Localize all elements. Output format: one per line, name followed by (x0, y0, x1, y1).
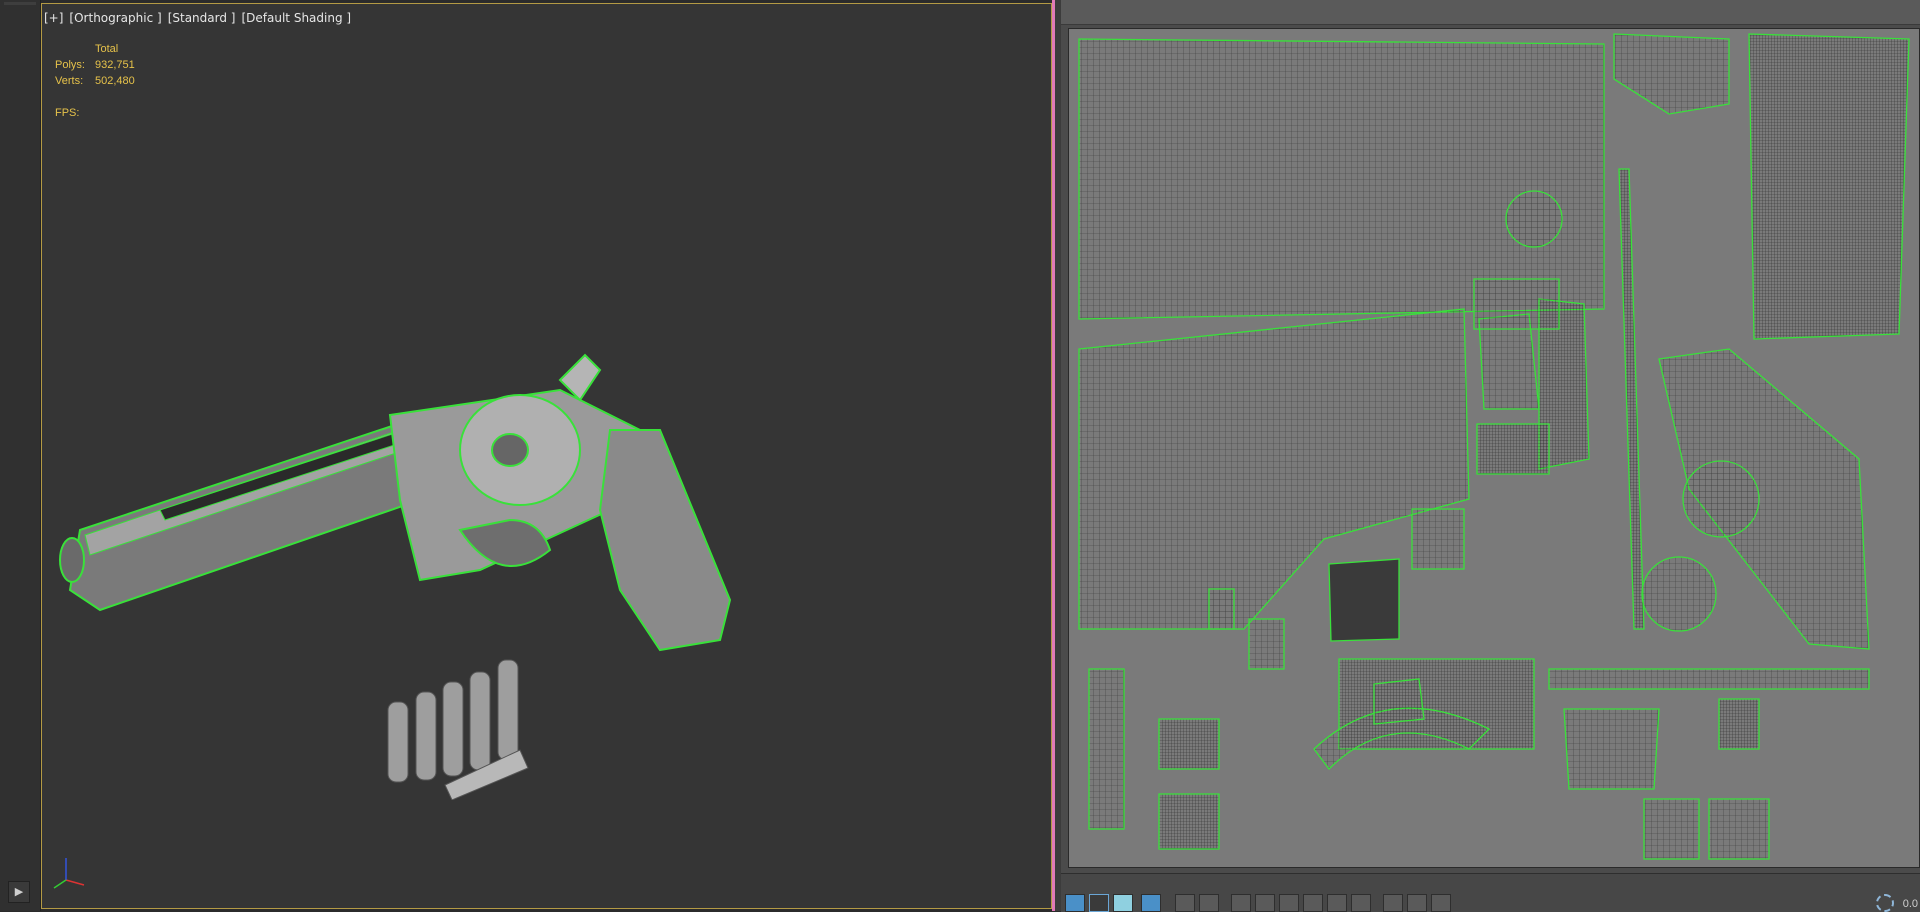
uv-island-strip (1748, 33, 1910, 340)
stats-total-label: Total (95, 43, 119, 55)
uv-island-small-a (1373, 678, 1425, 725)
zoom-value: 0.0 (1902, 898, 1918, 910)
uv-island-grid-c (1476, 423, 1550, 475)
paint-icon[interactable] (1407, 894, 1427, 912)
uv-island-grid-g (1643, 798, 1700, 860)
uv-islands (1078, 33, 1910, 860)
stats-verts-value: 502,480 (95, 75, 135, 87)
uv-island-cylinder-c (1641, 556, 1717, 632)
viewport-render-menu[interactable]: [Standard ] (168, 11, 236, 25)
stats-polys-value: 932,751 (95, 59, 135, 71)
uv-mode-icon[interactable] (1065, 894, 1085, 912)
uv-island-small-d (1088, 668, 1125, 830)
brush-icon[interactable] (1383, 894, 1403, 912)
uv-texture-sheet[interactable] (1068, 28, 1920, 868)
grid-row-3-icon[interactable] (1279, 894, 1299, 912)
left-side-strip: ▶ (0, 0, 41, 911)
uv-island-bottom (1563, 708, 1660, 790)
viewport-plus-menu[interactable]: [+] (44, 11, 63, 25)
grid-row-2-icon[interactable] (1255, 894, 1275, 912)
uv-island-grid-d (1411, 508, 1465, 570)
grid-row-6-icon[interactable] (1351, 894, 1371, 912)
grid-select-2-icon[interactable] (1199, 894, 1219, 912)
uv-island-column (1618, 168, 1645, 630)
grid-row-icon[interactable] (1231, 894, 1251, 912)
revolver-model[interactable] (40, 330, 760, 800)
uv-island-grid-h (1708, 798, 1770, 860)
uv-island-grid-f (1158, 793, 1220, 850)
revolver-grip (598, 429, 732, 652)
viewport-view-menu[interactable]: [Orthographic ] (69, 11, 161, 25)
axis-gizmo-icon (53, 858, 85, 889)
uv-island-block (1328, 558, 1400, 642)
cube-icon[interactable] (1113, 894, 1133, 912)
grid-row-5-icon[interactable] (1327, 894, 1347, 912)
stats-fps-label: FPS: (55, 107, 80, 119)
stats-polys-label: Polys: (55, 59, 85, 71)
uv-island-small-b (1208, 588, 1235, 630)
uv-island-grid-e (1158, 718, 1220, 770)
viewport-label-menu[interactable]: [+] [Orthographic ] [Standard ] [Default Sh… (44, 11, 357, 25)
cube-cyan-icon[interactable] (1141, 894, 1161, 912)
uv-island-cap (1613, 33, 1730, 115)
uv-island-plate (1718, 698, 1760, 750)
uv-island-frame (1078, 308, 1470, 630)
uv-island-small-c (1248, 618, 1285, 670)
play-icon[interactable]: ▶ (8, 881, 30, 903)
uv-island-cylinder-b (1682, 460, 1760, 538)
square-select-icon[interactable] (1089, 894, 1109, 912)
bullets (387, 659, 529, 800)
grid-row-4-icon[interactable] (1303, 894, 1323, 912)
uv-bottom-toolbar: 0.0 (1061, 873, 1920, 912)
uv-island-barrel (1078, 38, 1605, 320)
paint-2-icon[interactable] (1431, 894, 1451, 912)
uv-island-bar (1548, 668, 1870, 690)
grid-select-icon[interactable] (1175, 894, 1195, 912)
uv-editor-topbar (1061, 0, 1920, 25)
zoom-icon[interactable] (1876, 894, 1894, 912)
uv-island-cylinder-a (1505, 190, 1563, 248)
uv-island-grid-b (1473, 278, 1560, 330)
stats-verts-label: Verts: (55, 75, 84, 87)
viewport-shading-menu[interactable]: [Default Shading ] (241, 11, 351, 25)
strip-grip[interactable] (4, 2, 36, 5)
